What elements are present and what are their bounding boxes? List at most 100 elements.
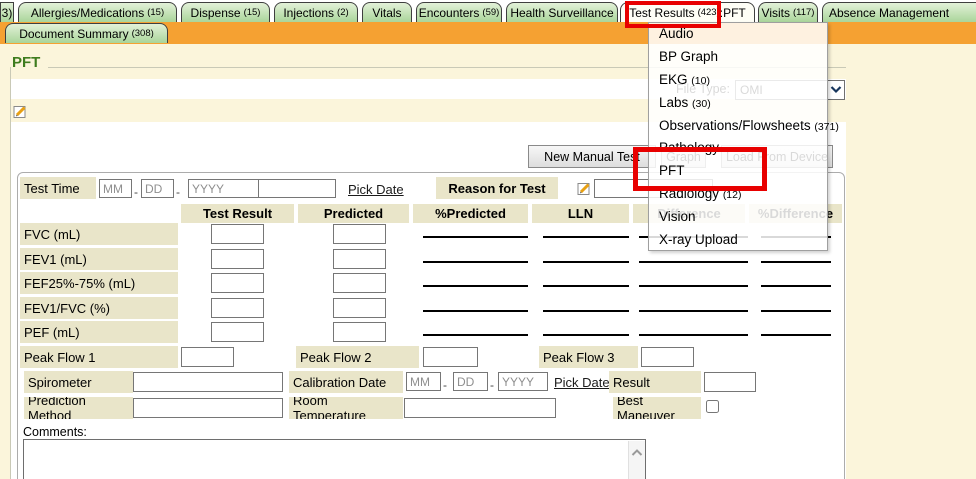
date-separator: - [490, 378, 494, 392]
peak-flow-2-label: Peak Flow 2 [296, 346, 419, 368]
peak-flow-1-input[interactable] [181, 347, 234, 367]
result-label: Result [609, 371, 701, 393]
fvc-predicted-input[interactable] [333, 224, 386, 244]
menu-item-ekg[interactable]: EKG (10) [649, 69, 827, 92]
spirometer-input[interactable] [133, 372, 283, 392]
row-label-fev1: FEV1 (mL) [20, 248, 178, 270]
best-maneuver-label: Best Maneuver [613, 397, 701, 419]
date-separator: - [176, 185, 180, 199]
empty-value-line [543, 285, 629, 287]
fev1fvc-test-result-input[interactable] [211, 298, 264, 318]
spirometer-label: Spirometer [24, 371, 133, 393]
comments-label: Comments: [23, 425, 87, 439]
tab-dispense[interactable]: Dispense(15) [181, 2, 270, 22]
empty-value-line [543, 334, 629, 336]
empty-value-line [543, 236, 629, 238]
tab-vitals[interactable]: Vitals [362, 2, 412, 22]
date-separator: - [443, 378, 447, 392]
empty-value-line [423, 285, 528, 287]
tab-visits[interactable]: Visits(117) [758, 2, 818, 22]
peak-flow-2-input[interactable] [423, 347, 478, 367]
page-title: PFT [12, 54, 40, 71]
empty-value-line [543, 261, 629, 263]
new-manual-test-button[interactable]: New Manual Test [528, 145, 656, 168]
row-label-fvc: FVC (mL) [20, 223, 178, 245]
calibration-date-label: Calibration Date [289, 371, 403, 393]
empty-value-line [423, 236, 528, 238]
test-time-label: Test Time [20, 177, 96, 199]
col-header-pct-predicted: %Predicted [413, 204, 528, 223]
tab-allergies-medications[interactable]: Allergies/Medications(15) [18, 2, 177, 22]
empty-value-line [761, 285, 831, 287]
best-maneuver-checkbox[interactable] [706, 400, 719, 413]
menu-item-labs[interactable]: Labs (30) [649, 92, 827, 115]
room-temperature-label: Room Temperature [289, 397, 403, 419]
comments-textarea[interactable] [23, 439, 646, 479]
empty-value-line [761, 310, 831, 312]
calibration-pick-date-link[interactable]: Pick Date [554, 375, 610, 390]
result-input[interactable] [704, 372, 756, 392]
col-header-lln: LLN [532, 204, 629, 223]
peak-flow-3-label: Peak Flow 3 [539, 346, 638, 368]
empty-value-line [639, 334, 748, 336]
test-time-input[interactable] [258, 179, 336, 198]
row-label-fef: FEF25%-75% (mL) [20, 272, 178, 294]
empty-value-line [761, 334, 831, 336]
date-separator: - [134, 185, 138, 199]
fef-test-result-input[interactable] [211, 273, 264, 293]
peak-flow-3-input[interactable] [641, 347, 694, 367]
secondary-tab-bar: Document Summary(308) [0, 22, 976, 44]
pft-screen: 3) Allergies/Medications(15) Dispense(15… [0, 0, 976, 479]
comments-scrollbar[interactable] [628, 441, 645, 479]
prediction-method-label: Prediction Method [24, 397, 133, 419]
fvc-test-result-input[interactable] [211, 224, 264, 244]
test-month-input[interactable] [99, 179, 132, 198]
calibration-year-input[interactable] [498, 372, 548, 391]
menu-item-bp-graph[interactable]: BP Graph [649, 46, 827, 69]
empty-value-line [543, 310, 629, 312]
test-day-input[interactable] [141, 179, 174, 198]
tab-document-summary[interactable]: Document Summary(308) [5, 23, 168, 43]
pft-panel: PFT File Type: OMI New Manual Test Graph… [0, 44, 976, 479]
empty-value-line [423, 261, 528, 263]
menu-item-radiology[interactable]: Radiology (12) [649, 183, 827, 206]
col-header-predicted: Predicted [298, 204, 409, 223]
test-year-input[interactable] [188, 179, 259, 198]
menu-item-vision[interactable]: Vision [649, 206, 827, 229]
pef-test-result-input[interactable] [211, 322, 264, 342]
col-header-test-result: Test Result [181, 204, 294, 223]
tab-test-results[interactable]: Test Results(423):PFT [620, 2, 755, 22]
room-temperature-input[interactable] [404, 398, 556, 418]
reason-for-test-label: Reason for Test [436, 177, 558, 199]
fef-predicted-input[interactable] [333, 273, 386, 293]
tab-encounters[interactable]: Encounters(59) [416, 2, 502, 22]
tab-partial[interactable]: 3) [0, 2, 14, 22]
chevron-down-icon [827, 81, 844, 99]
menu-item-pathology[interactable]: Pathology [649, 137, 827, 160]
menu-item-xray-upload[interactable]: X-ray Upload [649, 229, 827, 252]
test-results-dropdown-menu: Audio BP Graph EKG (10) Labs (30) Observ… [648, 22, 828, 251]
tab-health-surveillance[interactable]: Health Surveillance [506, 2, 618, 22]
menu-item-audio[interactable]: Audio [649, 23, 827, 46]
pef-predicted-input[interactable] [333, 322, 386, 342]
scroll-up-icon [631, 448, 643, 458]
empty-value-line [423, 310, 528, 312]
peak-flow-1-label: Peak Flow 1 [20, 346, 178, 368]
empty-value-line [639, 261, 748, 263]
fev1fvc-predicted-input[interactable] [333, 298, 386, 318]
row-label-pef: PEF (mL) [20, 321, 178, 343]
menu-item-pft[interactable]: PFT [649, 160, 827, 183]
pick-date-link[interactable]: Pick Date [348, 182, 404, 197]
calibration-month-input[interactable] [406, 372, 441, 391]
prediction-method-input[interactable] [133, 398, 283, 418]
calibration-day-input[interactable] [453, 372, 488, 391]
tab-injections[interactable]: Injections(2) [274, 2, 358, 22]
fev1-test-result-input[interactable] [211, 249, 264, 269]
reason-edit-pencil-icon[interactable] [577, 181, 592, 196]
menu-item-observations-flowsheets[interactable]: Observations/Flowsheets (371) [649, 115, 827, 138]
empty-value-line [639, 285, 748, 287]
fev1-predicted-input[interactable] [333, 249, 386, 269]
edit-pencil-icon[interactable] [13, 104, 28, 119]
tab-absence-management[interactable]: Absence Management [822, 2, 976, 22]
empty-value-line [761, 261, 831, 263]
